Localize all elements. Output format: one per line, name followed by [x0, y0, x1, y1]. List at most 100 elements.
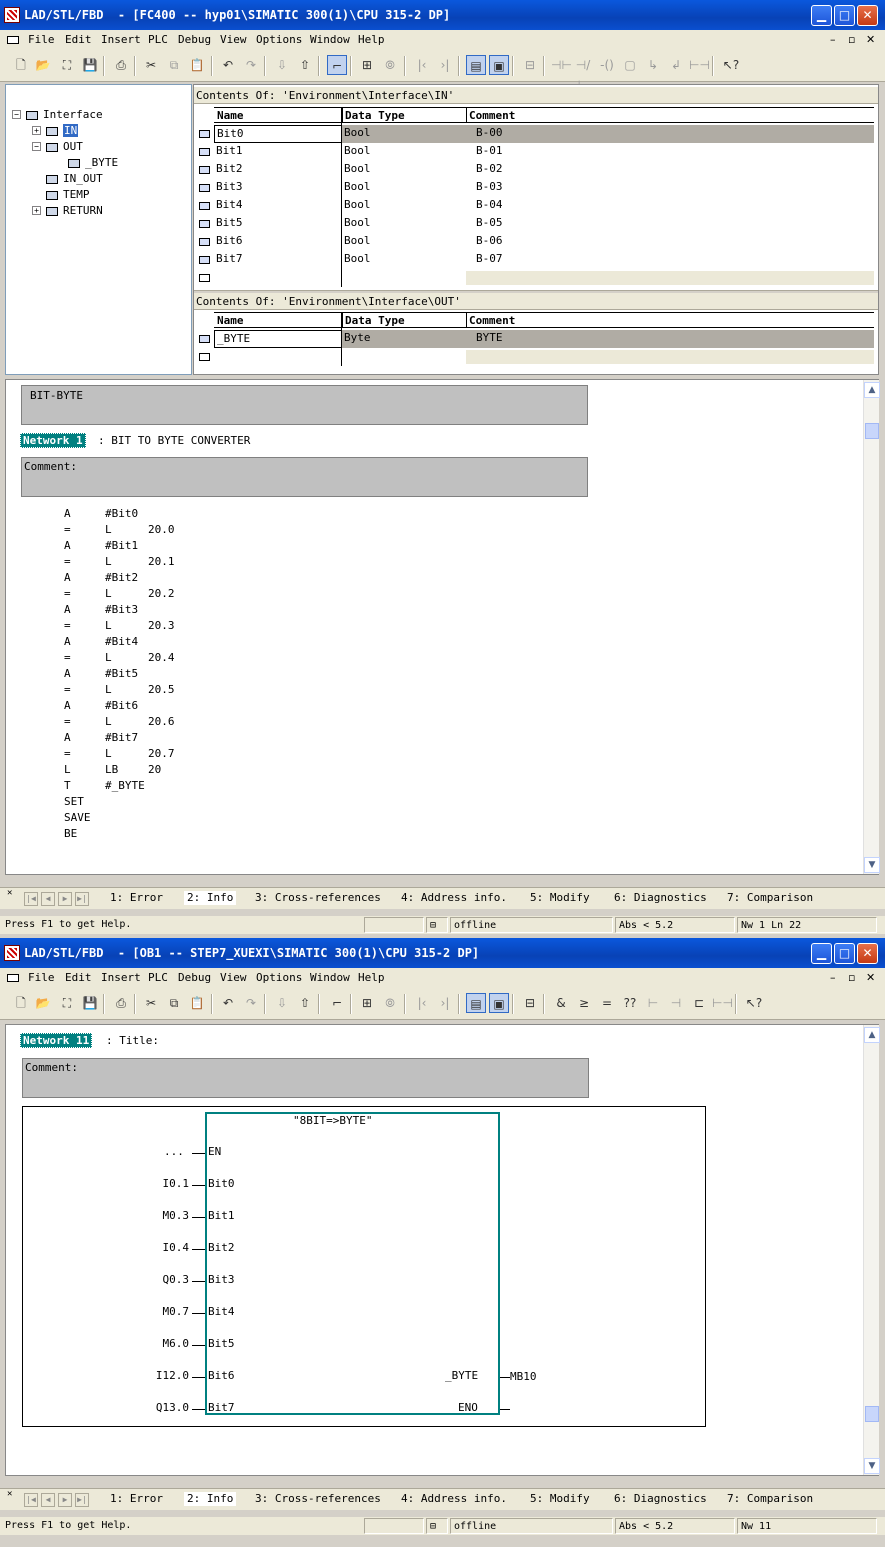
- minimize-button[interactable]: ▁: [811, 943, 832, 964]
- fbd-editor[interactable]: Network 11 : Title: Comment: "8BIT=>BYTE…: [5, 1024, 880, 1476]
- table-row[interactable]: Bit0 Bool B-00: [194, 125, 874, 143]
- save-icon[interactable]: 💾: [80, 55, 100, 75]
- vertical-scrollbar[interactable]: ▲ ▼: [863, 380, 880, 874]
- input-address[interactable]: I0.1: [163, 1177, 190, 1191]
- mdi-close-icon[interactable]: ✕: [866, 968, 875, 988]
- close-button[interactable]: ✕: [857, 943, 878, 964]
- stl-line[interactable]: A #Bit7: [6, 731, 306, 747]
- tab-diagnostics[interactable]: 6: Diagnostics: [614, 891, 707, 905]
- tab-prev-icon[interactable]: ◀: [41, 1493, 55, 1507]
- connection-icon[interactable]: ⊏: [689, 993, 709, 1013]
- cell-type[interactable]: Bool: [342, 161, 466, 179]
- scroll-thumb[interactable]: [865, 1406, 879, 1422]
- details-view-icon[interactable]: ▣: [489, 993, 509, 1013]
- tab-next-icon[interactable]: ▶: [58, 892, 72, 906]
- table-row[interactable]: Bit3 Bool B-03: [194, 179, 874, 197]
- cell-type[interactable]: Bool: [342, 251, 466, 269]
- menu-window[interactable]: Window: [310, 30, 350, 50]
- tree-node-out-byte[interactable]: _BYTE: [68, 156, 118, 170]
- tree-node-temp[interactable]: TEMP: [46, 188, 90, 202]
- copy-icon[interactable]: ⧉: [164, 993, 184, 1013]
- stl-line[interactable]: SET: [6, 795, 306, 811]
- new-network-icon[interactable]: ⊟: [520, 55, 540, 75]
- online-icon[interactable]: ⊞: [357, 55, 377, 75]
- stl-line[interactable]: L LB 20: [6, 763, 306, 779]
- tab-error[interactable]: 1: Error: [110, 891, 163, 905]
- close-button[interactable]: ✕: [857, 5, 878, 26]
- new-network-icon[interactable]: ⊟: [520, 993, 540, 1013]
- cell-comment[interactable]: B-03: [466, 179, 874, 197]
- declaration-view-icon[interactable]: ▤: [466, 993, 486, 1013]
- output-address[interactable]: MB10: [510, 1370, 537, 1384]
- tab-address-info[interactable]: 4: Address info.: [401, 891, 507, 905]
- cell-type[interactable]: Bool: [342, 179, 466, 197]
- new-icon[interactable]: 🗋: [11, 993, 31, 1013]
- paste-icon[interactable]: 📋: [187, 993, 207, 1013]
- stl-line[interactable]: A #Bit2: [6, 571, 306, 587]
- stl-line[interactable]: = L 20.0: [6, 523, 306, 539]
- stl-line[interactable]: = L 20.5: [6, 683, 306, 699]
- input-address[interactable]: Q13.0: [156, 1401, 189, 1415]
- save-icon[interactable]: 💾: [80, 993, 100, 1013]
- document-icon[interactable]: [7, 36, 19, 44]
- document-icon[interactable]: [7, 974, 19, 982]
- stl-editor[interactable]: BIT-BYTE Network 1 : BIT TO BYTE CONVERT…: [5, 379, 880, 875]
- tree-node-in[interactable]: + IN: [32, 124, 79, 138]
- tree-node-interface[interactable]: − Interface: [12, 108, 103, 122]
- input-address[interactable]: I0.4: [163, 1241, 190, 1255]
- mdi-restore-icon[interactable]: ▫: [848, 968, 855, 988]
- tab-cross-references[interactable]: 3: Cross-references: [255, 1492, 381, 1506]
- tab-address-info[interactable]: 4: Address info.: [401, 1492, 507, 1506]
- menu-file[interactable]: File: [28, 30, 55, 50]
- download-icon[interactable]: ⇩: [272, 55, 292, 75]
- close-branch-icon[interactable]: ↲: [666, 55, 686, 75]
- input-address[interactable]: Q0.3: [163, 1273, 190, 1287]
- upload-icon[interactable]: ⇧: [295, 993, 315, 1013]
- scroll-up-icon[interactable]: ▲: [864, 382, 880, 398]
- table-row[interactable]: Bit1 Bool B-01: [194, 143, 874, 161]
- scroll-down-icon[interactable]: ▼: [864, 1458, 880, 1474]
- close-panel-icon[interactable]: ✕: [7, 888, 12, 898]
- table-row[interactable]: Bit6 Bool B-06: [194, 233, 874, 251]
- cell-name[interactable]: Bit2: [214, 161, 342, 179]
- menu-insert[interactable]: Insert: [101, 30, 141, 50]
- tab-cross-references[interactable]: 3: Cross-references: [255, 891, 381, 905]
- menu-help[interactable]: Help: [358, 968, 385, 988]
- block-title-box[interactable]: BIT-BYTE: [21, 385, 588, 425]
- download-icon[interactable]: ⇩: [272, 993, 292, 1013]
- stl-line[interactable]: A #Bit4: [6, 635, 306, 651]
- cell-name[interactable]: Bit5: [214, 215, 342, 233]
- undo-icon[interactable]: ↶: [218, 993, 238, 1013]
- monitor-icon[interactable]: ⦾: [380, 993, 400, 1013]
- stl-line[interactable]: BE: [6, 827, 306, 843]
- cell-comment[interactable]: B-06: [466, 233, 874, 251]
- menu-file[interactable]: File: [28, 968, 55, 988]
- cut-icon[interactable]: ✂: [141, 55, 161, 75]
- table-row[interactable]: Bit4 Bool B-04: [194, 197, 874, 215]
- table-row-empty[interactable]: [194, 348, 874, 366]
- declaration-view-icon[interactable]: ▤: [466, 55, 486, 75]
- connection-icon[interactable]: ⊢⊣: [689, 55, 710, 75]
- minimize-button[interactable]: ▁: [811, 5, 832, 26]
- tab-modify[interactable]: 5: Modify: [530, 1492, 590, 1506]
- scroll-thumb[interactable]: [865, 423, 879, 439]
- or-box-icon[interactable]: ≥: [574, 993, 594, 1013]
- tab-error[interactable]: 1: Error: [110, 1492, 163, 1506]
- cell-comment[interactable]: B-01: [466, 143, 874, 161]
- stl-line[interactable]: SAVE: [6, 811, 306, 827]
- empty-box-icon[interactable]: ▢: [620, 55, 640, 75]
- previous-network-icon[interactable]: |‹: [412, 993, 432, 1013]
- mdi-minimize-icon[interactable]: –: [830, 30, 836, 50]
- menu-view[interactable]: View: [220, 968, 247, 988]
- cell-type[interactable]: Bool: [342, 215, 466, 233]
- redo-icon[interactable]: ↷: [241, 55, 261, 75]
- table-row[interactable]: _BYTE Byte BYTE: [194, 330, 874, 348]
- assign-box-icon[interactable]: =: [597, 993, 617, 1013]
- cell-name[interactable]: Bit0: [214, 125, 342, 143]
- mdi-restore-icon[interactable]: ▫: [848, 30, 855, 50]
- stl-line[interactable]: A #Bit5: [6, 667, 306, 683]
- cell-comment[interactable]: B-07: [466, 251, 874, 269]
- cell-comment[interactable]: B-04: [466, 197, 874, 215]
- redo-icon[interactable]: ↷: [241, 993, 261, 1013]
- cut-icon[interactable]: ✂: [141, 993, 161, 1013]
